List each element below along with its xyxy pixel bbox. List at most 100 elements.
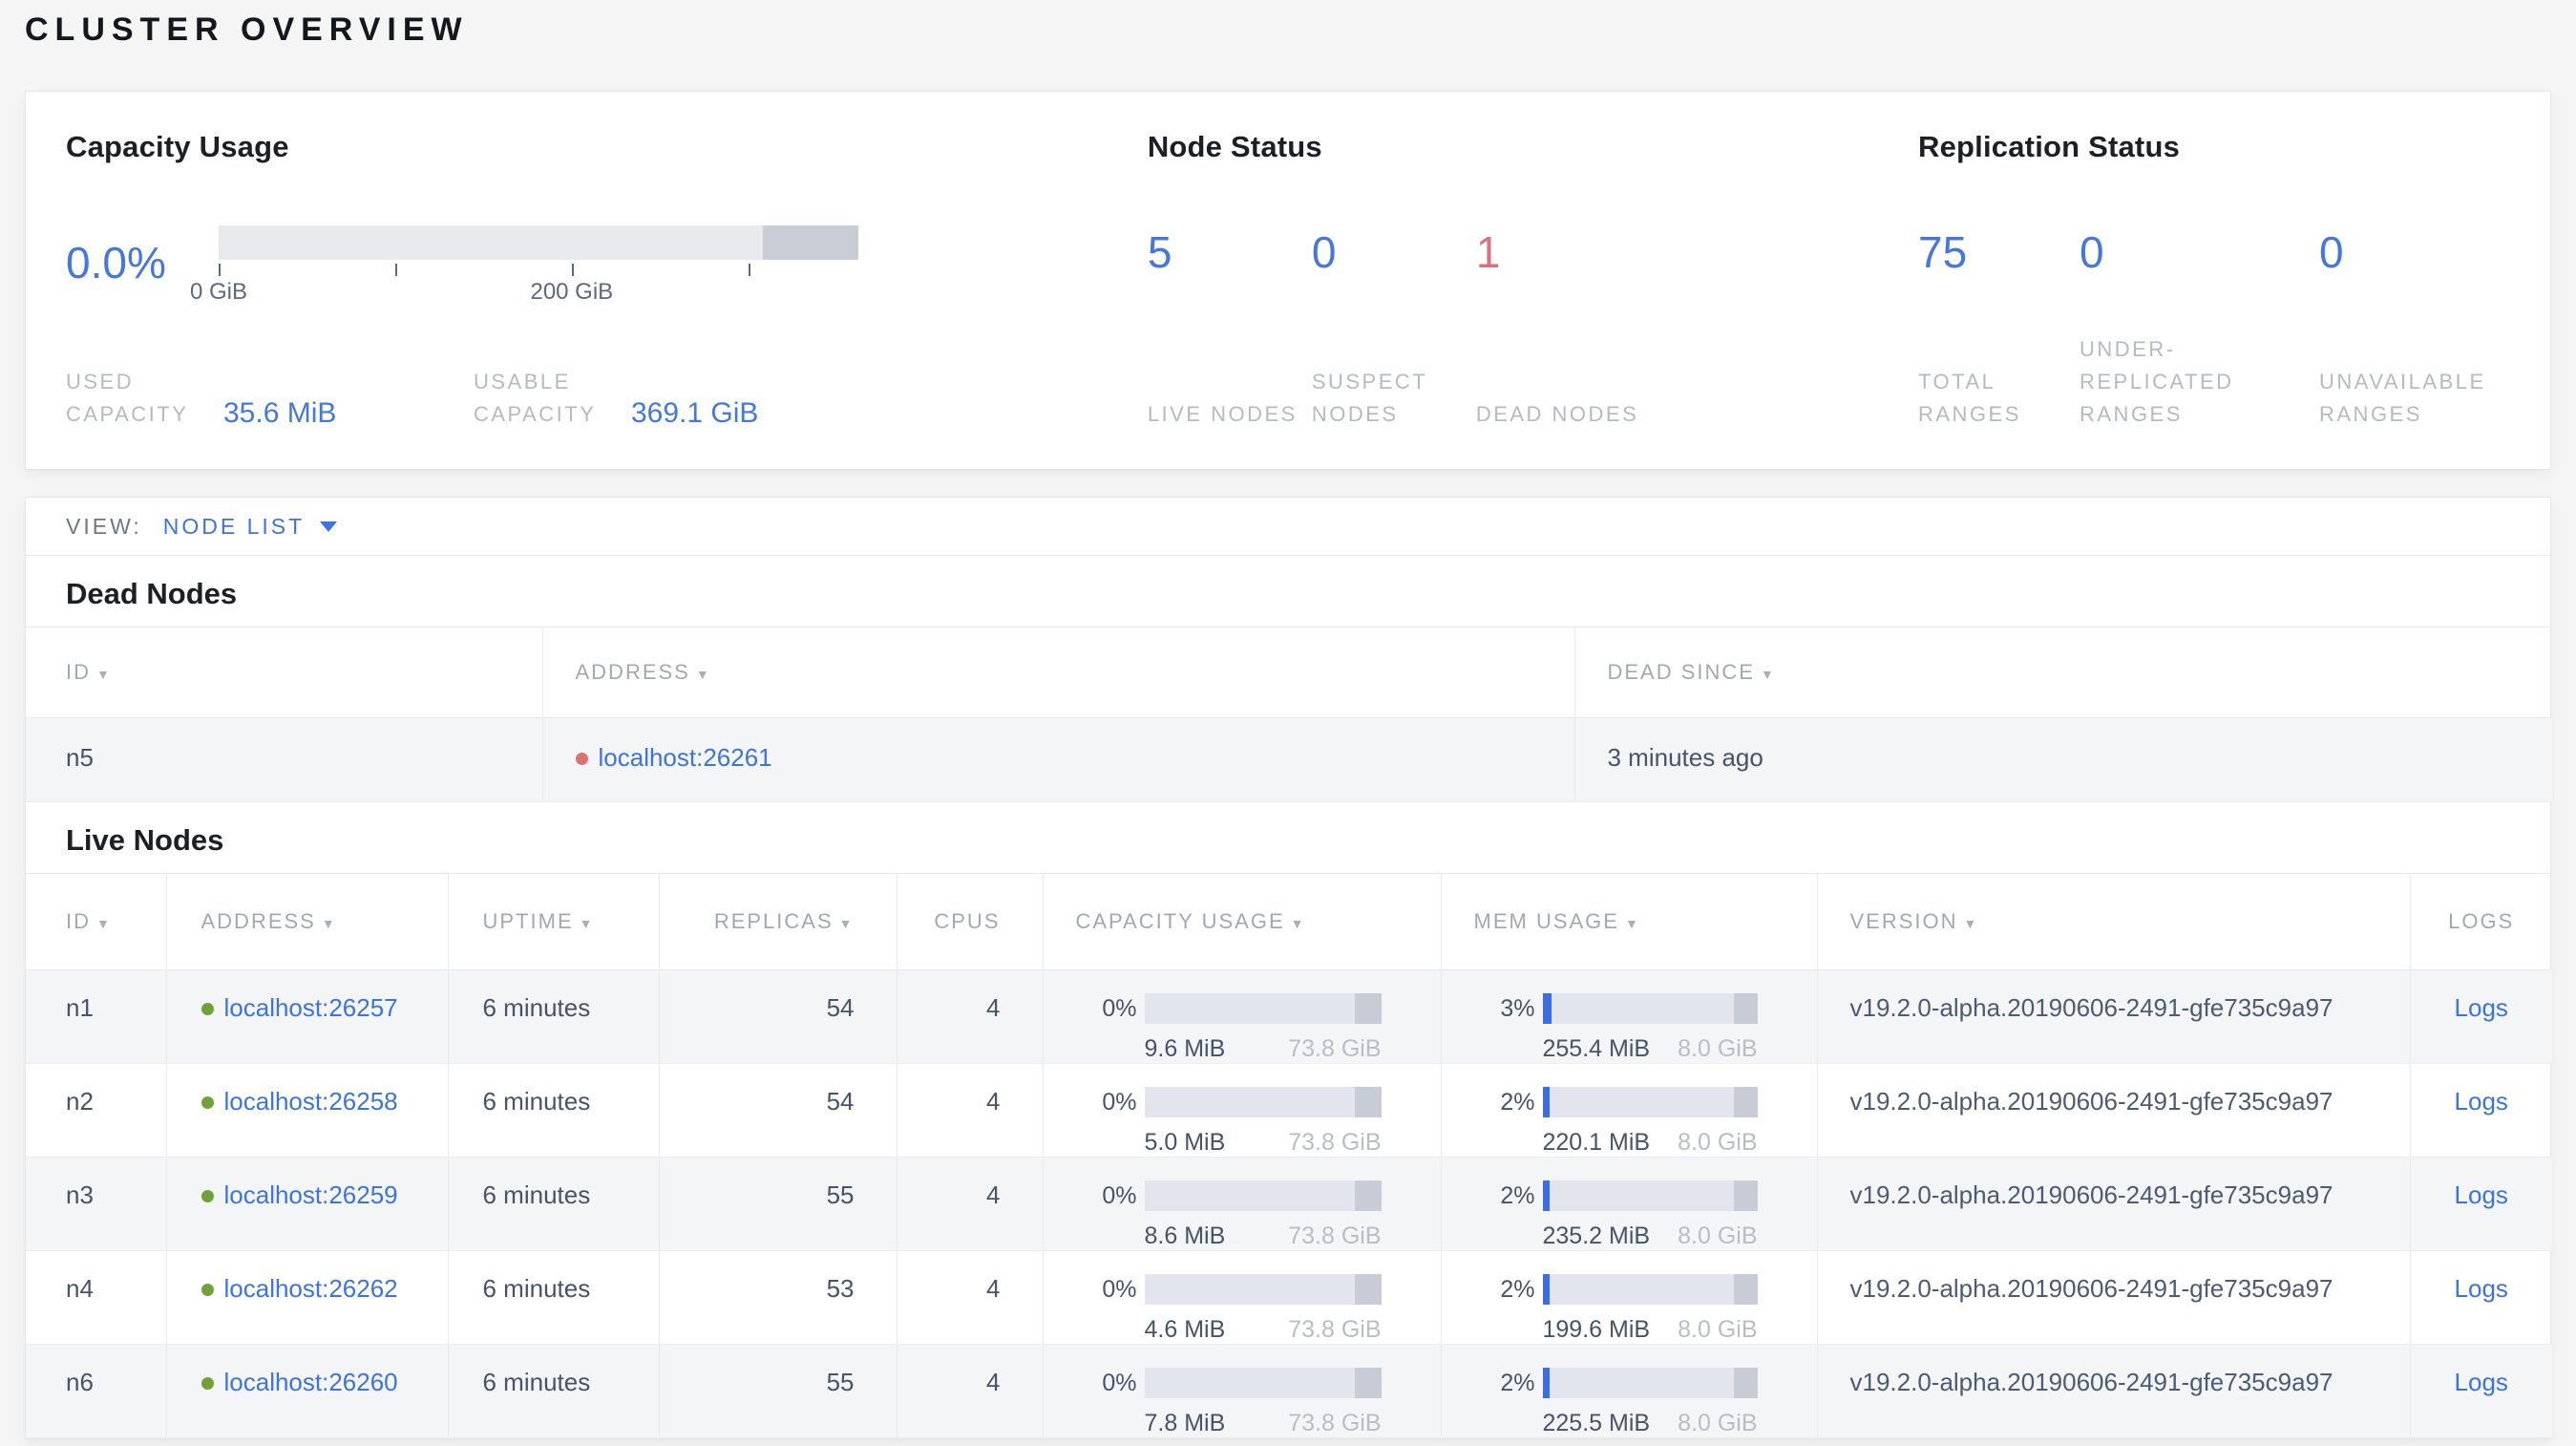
dead-col-header-dead-since[interactable]: DEAD SINCE ▼ bbox=[1573, 627, 2552, 718]
mem-total-value: 8.0 GiB bbox=[1678, 1129, 1758, 1156]
live-col-header-uptime[interactable]: UPTIME ▼ bbox=[447, 873, 659, 970]
dropdown-arrow-icon bbox=[320, 521, 338, 532]
live-nodes-header-row: ID ▼ ADDRESS ▼ UPTIME ▼ REPLICAS ▼ CPUS CAPA… bbox=[26, 873, 2552, 970]
node-logs-cell: Logs bbox=[2409, 969, 2552, 1064]
logs-link[interactable]: Logs bbox=[2455, 993, 2508, 1022]
dead-nodes-count: 1 bbox=[1475, 227, 1501, 277]
dead-col-header-id[interactable]: ID ▼ bbox=[26, 627, 542, 718]
axis-tick-label: 200 GiB bbox=[530, 279, 614, 305]
sort-desc-icon: ▼ bbox=[1760, 667, 1776, 682]
node-address-link[interactable]: localhost:26258 bbox=[224, 1087, 398, 1116]
live-status-dot-icon bbox=[201, 1377, 214, 1390]
live-col-header-uptime-label: UPTIME bbox=[482, 909, 574, 933]
axis-tick bbox=[748, 264, 750, 276]
live-col-header-logs-label: LOGS bbox=[2448, 909, 2515, 933]
usable-capacity-stat: USABLE CAPACITY 369.1 GiB bbox=[474, 366, 758, 431]
logs-link[interactable]: Logs bbox=[2455, 1274, 2508, 1303]
sort-desc-icon: ▼ bbox=[1624, 916, 1640, 931]
node-id: n3 bbox=[26, 1157, 166, 1251]
bar-reserved-segment bbox=[1733, 1087, 1758, 1117]
node-cpus: 4 bbox=[896, 1344, 1043, 1438]
view-mode-dropdown[interactable]: NODE LIST bbox=[163, 514, 338, 540]
mem-usage-bar bbox=[1542, 1087, 1758, 1117]
logs-link[interactable]: Logs bbox=[2455, 1087, 2508, 1116]
live-nodes-title: Live Nodes bbox=[66, 823, 224, 857]
logs-link[interactable]: Logs bbox=[2455, 1180, 2508, 1209]
sort-desc-icon: ▼ bbox=[96, 916, 112, 931]
live-col-header-version[interactable]: VERSION ▼ bbox=[1816, 873, 2410, 970]
unavailable-ranges-count: 0 bbox=[2319, 227, 2344, 277]
dead-col-header-address[interactable]: ADDRESS ▼ bbox=[541, 627, 1574, 718]
sort-desc-icon: ▼ bbox=[579, 916, 595, 931]
capacity-usage-bar bbox=[1144, 1274, 1382, 1305]
sort-desc-icon: ▼ bbox=[1290, 916, 1306, 931]
node-uptime: 6 minutes bbox=[447, 1157, 659, 1251]
node-mem-usage-cell: 2% 199.6 MiB 8.0 GiB bbox=[1440, 1250, 1817, 1345]
node-version: v19.2.0-alpha.20190606-2491-gfe735c9a97 bbox=[1816, 1157, 2410, 1251]
node-address-link[interactable]: localhost:26262 bbox=[224, 1274, 398, 1303]
live-col-header-cpus: CPUS bbox=[896, 873, 1043, 970]
node-replicas: 54 bbox=[658, 969, 897, 1064]
dead-nodes-header-row: ID ▼ ADDRESS ▼ DEAD SINCE ▼ bbox=[26, 627, 2552, 718]
dead-col-header-address-label: ADDRESS bbox=[575, 660, 690, 684]
node-address-cell: localhost:26257 bbox=[165, 969, 448, 1064]
node-replicas: 55 bbox=[658, 1157, 897, 1251]
dead-node-address-link[interactable]: localhost:26261 bbox=[599, 743, 772, 772]
view-label: VIEW: bbox=[66, 513, 142, 539]
bar-fill bbox=[1542, 1087, 1550, 1117]
bar-reserved-segment bbox=[1355, 1087, 1382, 1117]
node-mem-usage-cell: 2% 225.5 MiB 8.0 GiB bbox=[1440, 1344, 1817, 1438]
axis-tick-label: 0 GiB bbox=[189, 279, 248, 305]
under-replicated-ranges-count: 0 bbox=[2080, 227, 2104, 277]
view-mode-selected[interactable]: NODE LIST bbox=[163, 514, 305, 540]
node-address-link[interactable]: localhost:26259 bbox=[224, 1180, 398, 1209]
capacity-used-value: 5.0 MiB bbox=[1144, 1129, 1226, 1156]
node-cpus: 4 bbox=[896, 1063, 1043, 1158]
dead-col-header-dead-since-label: DEAD SINCE bbox=[1607, 660, 1755, 684]
dead-node-row: n5 localhost:26261 3 minutes ago bbox=[26, 717, 2552, 802]
replication-labels: TOTAL RANGES UNDER-REPLICATED RANGES UNA… bbox=[1918, 333, 2510, 431]
node-status-values: 5 0 1 bbox=[1148, 227, 1918, 277]
bar-fill bbox=[1542, 1368, 1550, 1398]
capacity-total-value: 73.8 GiB bbox=[1288, 1129, 1382, 1156]
live-col-header-capacity-label: CAPACITY USAGE bbox=[1075, 909, 1285, 933]
live-col-header-mem-usage[interactable]: MEM USAGE ▼ bbox=[1440, 873, 1817, 970]
summary-sections: Capacity Usage 0.0% 0 GiB 200 GiB USED C… bbox=[66, 130, 2510, 431]
mem-used-value: 199.6 MiB bbox=[1542, 1316, 1651, 1343]
dead-status-dot-icon bbox=[575, 753, 588, 765]
dead-nodes-label: DEAD NODES bbox=[1475, 402, 1639, 426]
node-id: n1 bbox=[26, 969, 166, 1064]
unavailable-ranges-label: UNAVAILABLE RANGES bbox=[2319, 370, 2486, 426]
node-address-link[interactable]: localhost:26260 bbox=[224, 1368, 398, 1396]
live-col-header-replicas[interactable]: REPLICAS ▼ bbox=[658, 873, 897, 970]
bar-fill bbox=[1542, 993, 1552, 1024]
live-col-header-version-label: VERSION bbox=[1849, 909, 1958, 933]
live-node-row: n3 localhost:26259 6 minutes 55 4 0% 8.6… bbox=[26, 1157, 2552, 1251]
live-col-header-capacity-usage[interactable]: CAPACITY USAGE ▼ bbox=[1042, 873, 1441, 970]
page-title: CLUSTER OVERVIEW bbox=[25, 11, 469, 48]
node-status-section: Node Status 5 0 1 LIVE NODES SUSPECT NOD… bbox=[1148, 130, 1918, 431]
logs-link[interactable]: Logs bbox=[2455, 1368, 2508, 1396]
live-col-header-logs: LOGS bbox=[2409, 873, 2552, 970]
live-col-header-address[interactable]: ADDRESS ▼ bbox=[165, 873, 448, 970]
node-mem-usage-cell: 3% 255.4 MiB 8.0 GiB bbox=[1440, 969, 1817, 1064]
capacity-percent-value: 0% bbox=[1102, 1275, 1137, 1303]
node-version: v19.2.0-alpha.20190606-2491-gfe735c9a97 bbox=[1816, 1063, 2410, 1158]
bar-reserved-segment bbox=[1355, 1368, 1382, 1398]
mem-used-value: 235.2 MiB bbox=[1542, 1223, 1651, 1249]
capacity-percent-value: 0% bbox=[1102, 1181, 1137, 1209]
axis-tick bbox=[394, 264, 397, 276]
node-logs-cell: Logs bbox=[2409, 1344, 2552, 1438]
mem-usage-bar bbox=[1542, 1368, 1758, 1398]
used-capacity-stat: USED CAPACITY 35.6 MiB bbox=[66, 366, 474, 431]
dead-nodes-title: Dead Nodes bbox=[66, 577, 238, 610]
capacity-used-value: 9.6 MiB bbox=[1144, 1035, 1226, 1062]
capacity-total-value: 73.8 GiB bbox=[1288, 1035, 1382, 1062]
node-uptime: 6 minutes bbox=[447, 969, 659, 1064]
node-id: n6 bbox=[26, 1344, 166, 1438]
live-col-header-id[interactable]: ID ▼ bbox=[26, 873, 166, 970]
node-address-link[interactable]: localhost:26257 bbox=[224, 993, 398, 1022]
bar-reserved-segment bbox=[1733, 1368, 1758, 1398]
node-address-cell: localhost:26260 bbox=[165, 1344, 448, 1438]
dead-col-header-id-label: ID bbox=[66, 660, 91, 684]
